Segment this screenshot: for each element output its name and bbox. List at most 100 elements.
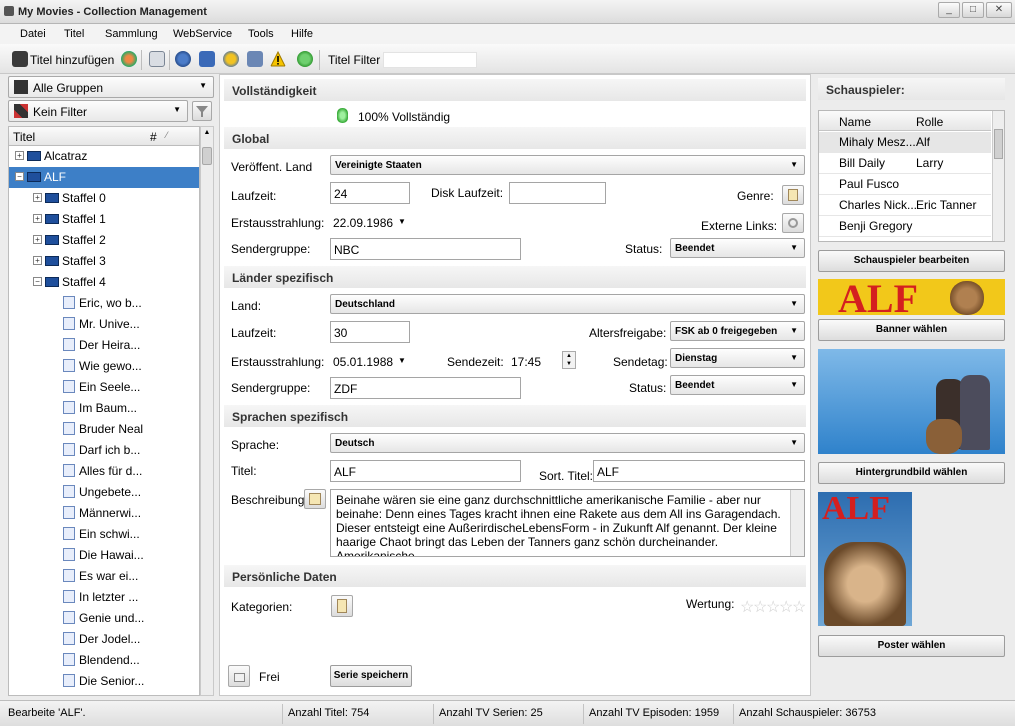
sort-icon[interactable]: ⁄ xyxy=(166,130,168,140)
maximize-button[interactable]: □ xyxy=(962,2,984,18)
tree-item[interactable]: − ALF xyxy=(9,167,199,188)
film-add-icon[interactable] xyxy=(12,51,28,67)
country-select[interactable]: Deutschland ▼ xyxy=(330,294,805,314)
title-input[interactable]: ALF xyxy=(330,460,521,482)
expand-icon[interactable]: + xyxy=(33,235,42,245)
sync-icon[interactable] xyxy=(223,51,239,67)
tree-item[interactable]: Die Senior... xyxy=(9,671,199,692)
sort-title-input[interactable]: ALF xyxy=(593,460,805,482)
airday-select[interactable]: Dienstag ▼ xyxy=(670,348,805,368)
tree-item[interactable]: Eric, wo b... xyxy=(9,293,199,314)
tree-item[interactable]: Ungebete... xyxy=(9,482,199,503)
menu-tools[interactable]: Tools xyxy=(248,28,274,40)
description-textarea[interactable]: Beinahe wären sie eine ganz durchschnitt… xyxy=(330,489,805,557)
choose-poster-button[interactable]: Poster wählen xyxy=(818,635,1005,657)
tree-item[interactable]: Ein schwi... xyxy=(9,524,199,545)
tree-item[interactable]: − Staffel 4 xyxy=(9,272,199,293)
actor-row[interactable]: Benji Gregory xyxy=(819,216,991,237)
tree-scrollbar[interactable]: ▲ xyxy=(200,126,214,696)
disc-runtime-input[interactable] xyxy=(509,182,606,204)
tree-item[interactable]: Darf ich b... xyxy=(9,440,199,461)
actor-row[interactable]: Bill Daily Larry xyxy=(819,153,991,174)
trash-icon[interactable] xyxy=(149,51,165,67)
actor-row[interactable]: Charles Nick... Eric Tanner xyxy=(819,195,991,216)
tree-item[interactable]: + Staffel 0 xyxy=(9,188,199,209)
filter-combo[interactable]: Kein Filter ▼ xyxy=(8,100,188,122)
upload-icon[interactable] xyxy=(199,51,215,67)
col-name[interactable]: Name xyxy=(839,115,871,129)
tree-item[interactable]: Genie und... xyxy=(9,608,199,629)
close-button[interactable]: ✕ xyxy=(986,2,1012,18)
menu-datei[interactable]: Datei xyxy=(20,28,46,40)
tree-item[interactable]: Mr. Unive... xyxy=(9,314,199,335)
edit-actors-button[interactable]: Schauspieler bearbeiten xyxy=(818,250,1005,272)
warning-icon[interactable] xyxy=(270,51,286,67)
save-series-button[interactable]: Serie speichern xyxy=(330,665,412,687)
country-runtime-input[interactable]: 30 xyxy=(330,321,410,343)
menu-hilfe[interactable]: Hilfe xyxy=(291,28,313,40)
tree-item[interactable]: + Staffel 1 xyxy=(9,209,199,230)
age-rating-select[interactable]: FSK ab 0 freigegeben ▼ xyxy=(670,321,805,341)
collapse-icon[interactable]: − xyxy=(33,277,42,287)
genre-edit-button[interactable] xyxy=(782,185,804,205)
expand-icon[interactable]: + xyxy=(33,256,42,266)
tree-header-num[interactable]: # xyxy=(150,130,157,144)
airtime-spinner[interactable]: ▲ ▼ xyxy=(562,351,576,369)
tree-item[interactable]: Ein Seele... xyxy=(9,377,199,398)
scroll-thumb[interactable] xyxy=(202,147,212,165)
group-combo[interactable]: Alle Gruppen ▼ xyxy=(8,76,214,98)
tree-item[interactable]: + Alcatraz xyxy=(9,146,199,167)
tree-item[interactable]: Es war ei... xyxy=(9,566,199,587)
tree-item[interactable]: Der Heira... xyxy=(9,335,199,356)
choose-banner-button[interactable]: Banner wählen xyxy=(818,319,1005,341)
description-edit-button[interactable] xyxy=(304,489,326,509)
menu-titel[interactable]: Titel xyxy=(64,28,84,40)
expand-icon[interactable]: + xyxy=(15,151,24,161)
col-role[interactable]: Rolle xyxy=(916,115,943,129)
tree-item[interactable]: In letzter ... xyxy=(9,587,199,608)
globe-icon[interactable] xyxy=(121,51,137,67)
first-air-date[interactable]: 22.09.1986 xyxy=(333,216,393,230)
menu-webservice[interactable]: WebService xyxy=(173,28,232,40)
description-scrollbar[interactable] xyxy=(790,490,804,556)
date-dropdown-icon[interactable]: ▼ xyxy=(398,217,406,226)
country-status-select[interactable]: Beendet ▼ xyxy=(670,375,805,395)
tree-item[interactable]: Die Hawai... xyxy=(9,545,199,566)
tree-item[interactable]: Wie gewo... xyxy=(9,356,199,377)
airtime-value[interactable]: 17:45 xyxy=(511,355,541,369)
status-select[interactable]: Beendet ▼ xyxy=(670,238,805,258)
reload-icon[interactable] xyxy=(297,51,313,67)
actor-row[interactable]: Paul Fusco xyxy=(819,174,991,195)
tree-item[interactable]: Bruder Neal xyxy=(9,419,199,440)
title-filter-input[interactable] xyxy=(383,52,477,68)
collapse-icon[interactable]: − xyxy=(15,172,24,182)
runtime-input[interactable]: 24 xyxy=(330,182,410,204)
tree-item[interactable]: + Staffel 3 xyxy=(9,251,199,272)
actors-scrollbar[interactable] xyxy=(992,111,1004,241)
scroll-up-icon[interactable]: ▲ xyxy=(202,129,212,139)
tree-item[interactable]: Alles für d... xyxy=(9,461,199,482)
menu-sammlung[interactable]: Sammlung xyxy=(105,28,158,40)
choose-background-button[interactable]: Hintergrundbild wählen xyxy=(818,462,1005,484)
filter-funnel-button[interactable] xyxy=(192,101,212,121)
tree-item[interactable]: Blendend... xyxy=(9,650,199,671)
release-country-select[interactable]: Vereinigte Staaten ▼ xyxy=(330,155,805,175)
tree-header-title[interactable]: Titel xyxy=(13,130,35,144)
rating-star-5[interactable]: ☆ xyxy=(792,597,806,617)
minimize-button[interactable]: _ xyxy=(938,2,960,18)
tree-item[interactable]: Männerwi... xyxy=(9,503,199,524)
categories-button[interactable] xyxy=(331,595,353,617)
tree-item[interactable]: + Staffel 2 xyxy=(9,230,199,251)
download-icon[interactable] xyxy=(247,51,263,67)
network-input[interactable]: NBC xyxy=(330,238,521,260)
country-first-air-date[interactable]: 05.01.1988 xyxy=(333,355,393,369)
refresh-web-icon[interactable] xyxy=(175,51,191,67)
expand-icon[interactable]: + xyxy=(33,193,42,203)
language-select[interactable]: Deutsch ▼ xyxy=(330,433,805,453)
external-links-button[interactable] xyxy=(782,213,804,233)
lock-button[interactable] xyxy=(228,665,250,687)
date-dropdown-icon[interactable]: ▼ xyxy=(398,356,406,365)
tree-item[interactable]: Der Jodel... xyxy=(9,629,199,650)
tree-item[interactable]: Im Baum... xyxy=(9,398,199,419)
expand-icon[interactable]: + xyxy=(33,214,42,224)
